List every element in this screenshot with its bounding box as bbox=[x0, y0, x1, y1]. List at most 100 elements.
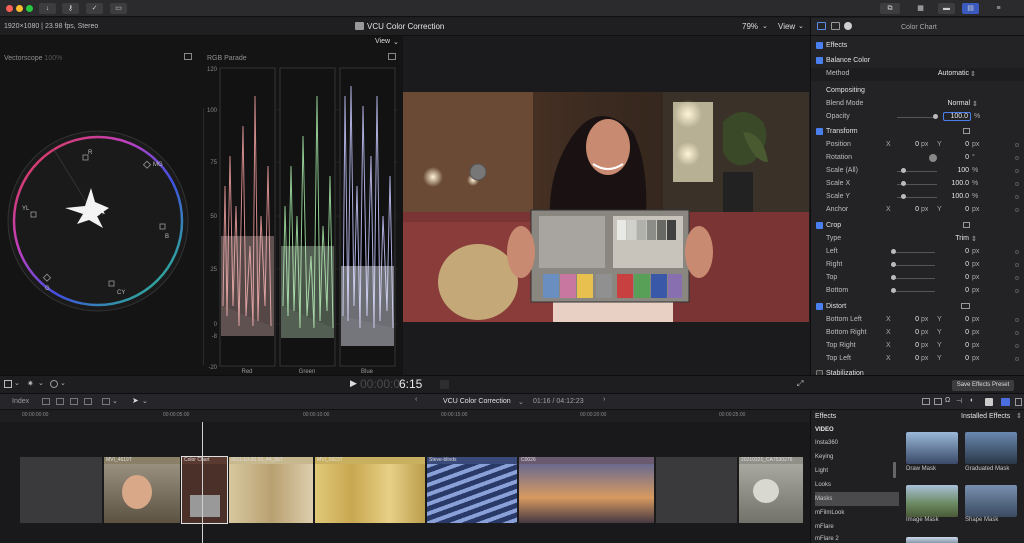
crop-bottom-knob[interactable] bbox=[891, 288, 896, 293]
crop-left-slider[interactable] bbox=[891, 252, 935, 253]
fx-category[interactable]: Keying bbox=[815, 450, 899, 464]
balance-color-checkbox[interactable] bbox=[816, 57, 823, 64]
keyframe-icon[interactable] bbox=[1015, 143, 1019, 147]
keyframe-icon[interactable] bbox=[1015, 156, 1019, 160]
keyframe-icon[interactable] bbox=[1015, 169, 1019, 173]
bottom-left-x-field[interactable]: 0 bbox=[901, 316, 919, 323]
position-x-field[interactable]: 0 bbox=[901, 141, 919, 148]
top-left-x-field[interactable]: 0 bbox=[901, 355, 919, 362]
inspector-toggle-button[interactable]: ▤ bbox=[962, 3, 979, 14]
fullscreen-icon[interactable]: ⤢ bbox=[797, 379, 803, 389]
timeline-clip[interactable]: 2011-10-20 22_44_56T bbox=[228, 456, 314, 524]
background-tasks-button[interactable]: ✓ bbox=[86, 3, 103, 14]
scrollbar[interactable] bbox=[893, 462, 896, 478]
crop-right-field[interactable]: 0 bbox=[951, 261, 969, 268]
append-clip-icon[interactable] bbox=[70, 398, 78, 405]
keyframe-icon[interactable] bbox=[1015, 195, 1019, 199]
crop-bottom-field[interactable]: 0 bbox=[951, 287, 969, 294]
transform-checkbox[interactable] bbox=[816, 128, 823, 135]
scale-all-field[interactable]: 100 bbox=[945, 167, 969, 174]
grid-button[interactable]: ▦ bbox=[912, 3, 929, 14]
effects-section[interactable]: Effects bbox=[811, 40, 1024, 53]
headphones-icon[interactable]: Ω bbox=[945, 397, 950, 404]
share-button[interactable]: ▭ bbox=[110, 3, 127, 14]
parade-settings-icon[interactable] bbox=[388, 53, 396, 60]
keyframe-icon[interactable] bbox=[1015, 250, 1019, 254]
clip-appearance-icon[interactable] bbox=[922, 398, 930, 405]
insert-clip-icon[interactable] bbox=[56, 398, 64, 405]
audio-inspector-icon[interactable] bbox=[831, 22, 840, 30]
timeline-clip[interactable]: MVI_0823T bbox=[314, 456, 426, 524]
view-menu[interactable]: View bbox=[778, 22, 795, 31]
keyframe-icon[interactable] bbox=[1015, 318, 1019, 322]
keyframe-icon[interactable] bbox=[1015, 182, 1019, 186]
keyframe-icon[interactable] bbox=[1015, 208, 1019, 212]
minimize-window-button[interactable] bbox=[16, 5, 23, 12]
transform-section[interactable]: Transform bbox=[811, 126, 1024, 139]
rotation-dial[interactable] bbox=[929, 154, 937, 162]
zoom-level[interactable]: 79% bbox=[742, 22, 758, 31]
timeline-gap-clip[interactable] bbox=[19, 456, 103, 524]
connect-clip-icon[interactable] bbox=[42, 398, 50, 405]
top-right-y-field[interactable]: 0 bbox=[951, 342, 969, 349]
import-button[interactable]: ↓ bbox=[39, 3, 56, 14]
fx-thumbnail-partial[interactable] bbox=[906, 537, 958, 543]
speed-icon[interactable] bbox=[50, 380, 58, 388]
crop-top-field[interactable]: 0 bbox=[951, 274, 969, 281]
keyframe-icon[interactable] bbox=[1015, 344, 1019, 348]
crop-left-field[interactable]: 0 bbox=[951, 248, 969, 255]
opacity-knob[interactable] bbox=[933, 114, 938, 119]
top-left-y-field[interactable]: 0 bbox=[951, 355, 969, 362]
distort-checkbox[interactable] bbox=[816, 303, 823, 310]
effects-toggle-icon[interactable] bbox=[934, 398, 942, 405]
top-right-x-field[interactable]: 0 bbox=[901, 342, 919, 349]
crop-bottom-slider[interactable] bbox=[891, 291, 935, 292]
back-arrow-icon[interactable]: ‹ bbox=[415, 396, 417, 403]
method-popup[interactable]: Automatic bbox=[933, 70, 969, 77]
timeline-gap-clip[interactable] bbox=[655, 456, 738, 524]
scale-x-field[interactable]: 100.0 bbox=[945, 180, 969, 187]
timeline-clip[interactable]: Steve-blinds bbox=[426, 456, 518, 524]
index-button[interactable]: Index bbox=[12, 398, 29, 405]
fx-category[interactable]: Insta360 bbox=[815, 436, 899, 450]
transform-tool-icon[interactable] bbox=[4, 380, 12, 388]
compositing-section[interactable]: Compositing bbox=[811, 85, 1024, 98]
timecode-display[interactable]: 6:15 bbox=[399, 377, 422, 391]
image-mask-thumbnail[interactable] bbox=[906, 485, 958, 517]
keyframe-icon[interactable] bbox=[1015, 357, 1019, 361]
crop-top-knob[interactable] bbox=[891, 275, 896, 280]
project-title[interactable]: VCU Color Correction bbox=[443, 398, 511, 405]
audio-skim-icon[interactable]: ◐ bbox=[970, 397, 974, 404]
info-icon[interactable] bbox=[844, 22, 852, 30]
edit-mode-icon[interactable] bbox=[102, 398, 110, 405]
blend-mode-popup[interactable]: Normal bbox=[941, 100, 970, 107]
draw-mask-thumbnail[interactable] bbox=[906, 432, 958, 464]
save-effects-preset-button[interactable]: Save Effects Preset bbox=[952, 380, 1014, 391]
crop-section[interactable]: Crop bbox=[811, 220, 1024, 233]
zoom-window-button[interactable] bbox=[26, 5, 33, 12]
shape-mask-thumbnail[interactable] bbox=[965, 485, 1017, 517]
balance-color-section[interactable]: Balance Color bbox=[811, 55, 1024, 68]
crop-top-slider[interactable] bbox=[891, 278, 935, 279]
keyframe-icon[interactable] bbox=[1015, 276, 1019, 280]
scope-view-menu[interactable]: View bbox=[375, 38, 390, 45]
bottom-left-y-field[interactable]: 0 bbox=[951, 316, 969, 323]
crop-right-knob[interactable] bbox=[891, 262, 896, 267]
effects-browser-icon[interactable] bbox=[1001, 398, 1010, 406]
rotation-field[interactable]: 0 bbox=[951, 154, 969, 161]
timeline-clip-selected[interactable]: Color Chart bbox=[181, 456, 228, 524]
anchor-x-field[interactable]: 0 bbox=[901, 206, 919, 213]
keyframe-icon[interactable] bbox=[1015, 263, 1019, 267]
libraries-button[interactable]: ⧉ bbox=[880, 3, 900, 14]
bottom-right-y-field[interactable]: 0 bbox=[951, 329, 969, 336]
transform-onscreen-icon[interactable] bbox=[963, 128, 970, 134]
skimming-icon[interactable]: ⊣ bbox=[956, 397, 962, 405]
crop-left-knob[interactable] bbox=[891, 249, 896, 254]
adjust-button[interactable]: ≡ bbox=[990, 3, 1007, 14]
graduated-mask-thumbnail[interactable] bbox=[965, 432, 1017, 464]
browser-button[interactable]: ▬ bbox=[938, 3, 955, 14]
scale-y-field[interactable]: 100.0 bbox=[945, 193, 969, 200]
timeline-clip[interactable]: C0026 bbox=[518, 456, 655, 524]
timeline-clip[interactable]: 20210221_CA7530276 bbox=[738, 456, 804, 524]
distort-section[interactable]: Distort bbox=[811, 301, 1024, 314]
